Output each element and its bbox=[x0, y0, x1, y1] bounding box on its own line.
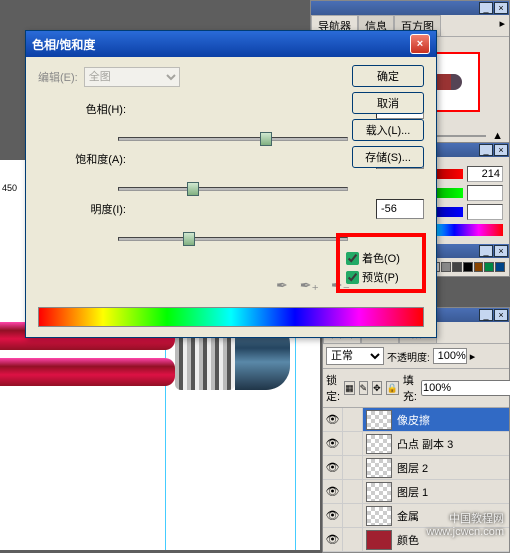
lock-transparency-icon[interactable]: ▦ bbox=[344, 381, 355, 395]
hue-saturation-dialog: 色相/饱和度 × 编辑(E): 全图 色相(H): 饱和度(A): 明度(I):… bbox=[25, 30, 437, 338]
g-input[interactable] bbox=[467, 185, 503, 201]
layer-name: 图层 1 bbox=[395, 484, 509, 500]
close-button[interactable]: × bbox=[494, 144, 508, 156]
lightness-slider[interactable] bbox=[118, 237, 348, 241]
save-button[interactable]: 存储(S)... bbox=[352, 146, 424, 168]
lightness-label: 明度(I): bbox=[38, 201, 148, 217]
edit-label: 编辑(E): bbox=[38, 69, 78, 85]
load-button[interactable]: 载入(L)... bbox=[352, 119, 424, 141]
ruler-mark: 450 bbox=[0, 181, 26, 195]
opacity-input[interactable] bbox=[433, 348, 467, 364]
spectrum-bar bbox=[38, 307, 424, 327]
layer-name: 凸点 副本 3 bbox=[395, 436, 509, 452]
lock-label: 锁定: bbox=[326, 372, 340, 404]
visibility-icon[interactable]: 👁 bbox=[323, 408, 343, 431]
fill-input[interactable] bbox=[421, 380, 510, 396]
hue-label: 色相(H): bbox=[38, 101, 148, 117]
cancel-button[interactable]: 取消 bbox=[352, 92, 424, 114]
minimize-button[interactable]: _ bbox=[479, 2, 493, 14]
layer-row[interactable]: 👁 凸点 副本 3 bbox=[323, 432, 509, 456]
blend-mode-select[interactable]: 正常 bbox=[326, 347, 384, 365]
layer-row[interactable]: 👁 像皮擦 bbox=[323, 408, 509, 432]
colorize-checkbox[interactable]: 着色(O) bbox=[346, 250, 416, 266]
opacity-label: 不透明度: bbox=[387, 349, 430, 364]
saturation-label: 饱和度(A): bbox=[38, 151, 148, 167]
dialog-title: 色相/饱和度 bbox=[32, 36, 95, 53]
lightness-input[interactable] bbox=[376, 199, 424, 219]
close-button[interactable]: × bbox=[494, 2, 508, 14]
tab-menu-icon[interactable]: ▸ bbox=[495, 15, 509, 36]
zoom-in-icon[interactable]: ▲ bbox=[492, 130, 503, 142]
layer-thumbnail bbox=[366, 410, 392, 430]
close-button[interactable]: × bbox=[494, 309, 508, 321]
eyedropper-icon[interactable]: ✒ bbox=[276, 277, 288, 294]
visibility-icon[interactable]: 👁 bbox=[323, 480, 343, 503]
layer-name: 图层 2 bbox=[395, 460, 509, 476]
visibility-icon[interactable]: 👁 bbox=[323, 504, 343, 527]
layer-name: 像皮擦 bbox=[395, 412, 509, 428]
b-input[interactable] bbox=[467, 204, 503, 220]
fill-label: 填充: bbox=[403, 372, 417, 404]
edit-select: 全图 bbox=[84, 67, 180, 87]
ok-button[interactable]: 确定 bbox=[352, 65, 424, 87]
panel-titlebar: _ × bbox=[311, 1, 509, 15]
minimize-button[interactable]: _ bbox=[479, 245, 493, 257]
lock-all-icon[interactable]: 🔒 bbox=[386, 381, 399, 395]
chevron-right-icon[interactable]: ▸ bbox=[470, 350, 476, 363]
minimize-button[interactable]: _ bbox=[479, 309, 493, 321]
saturation-slider[interactable] bbox=[118, 187, 348, 191]
eyedropper-tools: ✒ ✒₊ ✒₋ bbox=[276, 277, 350, 294]
lock-move-icon[interactable]: ✥ bbox=[372, 381, 382, 395]
eyedropper-add-icon[interactable]: ✒₊ bbox=[300, 277, 319, 294]
close-icon[interactable]: × bbox=[410, 34, 430, 54]
close-button[interactable]: × bbox=[494, 245, 508, 257]
visibility-icon[interactable]: 👁 bbox=[323, 456, 343, 479]
preview-checkbox[interactable]: 预览(P) bbox=[346, 269, 416, 285]
link-cell[interactable] bbox=[343, 408, 363, 431]
layer-row[interactable]: 👁 图层 1 bbox=[323, 480, 509, 504]
minimize-button[interactable]: _ bbox=[479, 144, 493, 156]
watermark: 中国教程网 www.jcwcn.com bbox=[426, 510, 504, 538]
dialog-titlebar[interactable]: 色相/饱和度 × bbox=[26, 31, 436, 57]
layer-row[interactable]: 👁 图层 2 bbox=[323, 456, 509, 480]
lock-paint-icon[interactable]: ✎ bbox=[359, 381, 369, 395]
visibility-icon[interactable]: 👁 bbox=[323, 432, 343, 455]
hue-slider[interactable] bbox=[118, 137, 348, 141]
r-input[interactable] bbox=[467, 166, 503, 182]
visibility-icon[interactable]: 👁 bbox=[323, 528, 343, 551]
